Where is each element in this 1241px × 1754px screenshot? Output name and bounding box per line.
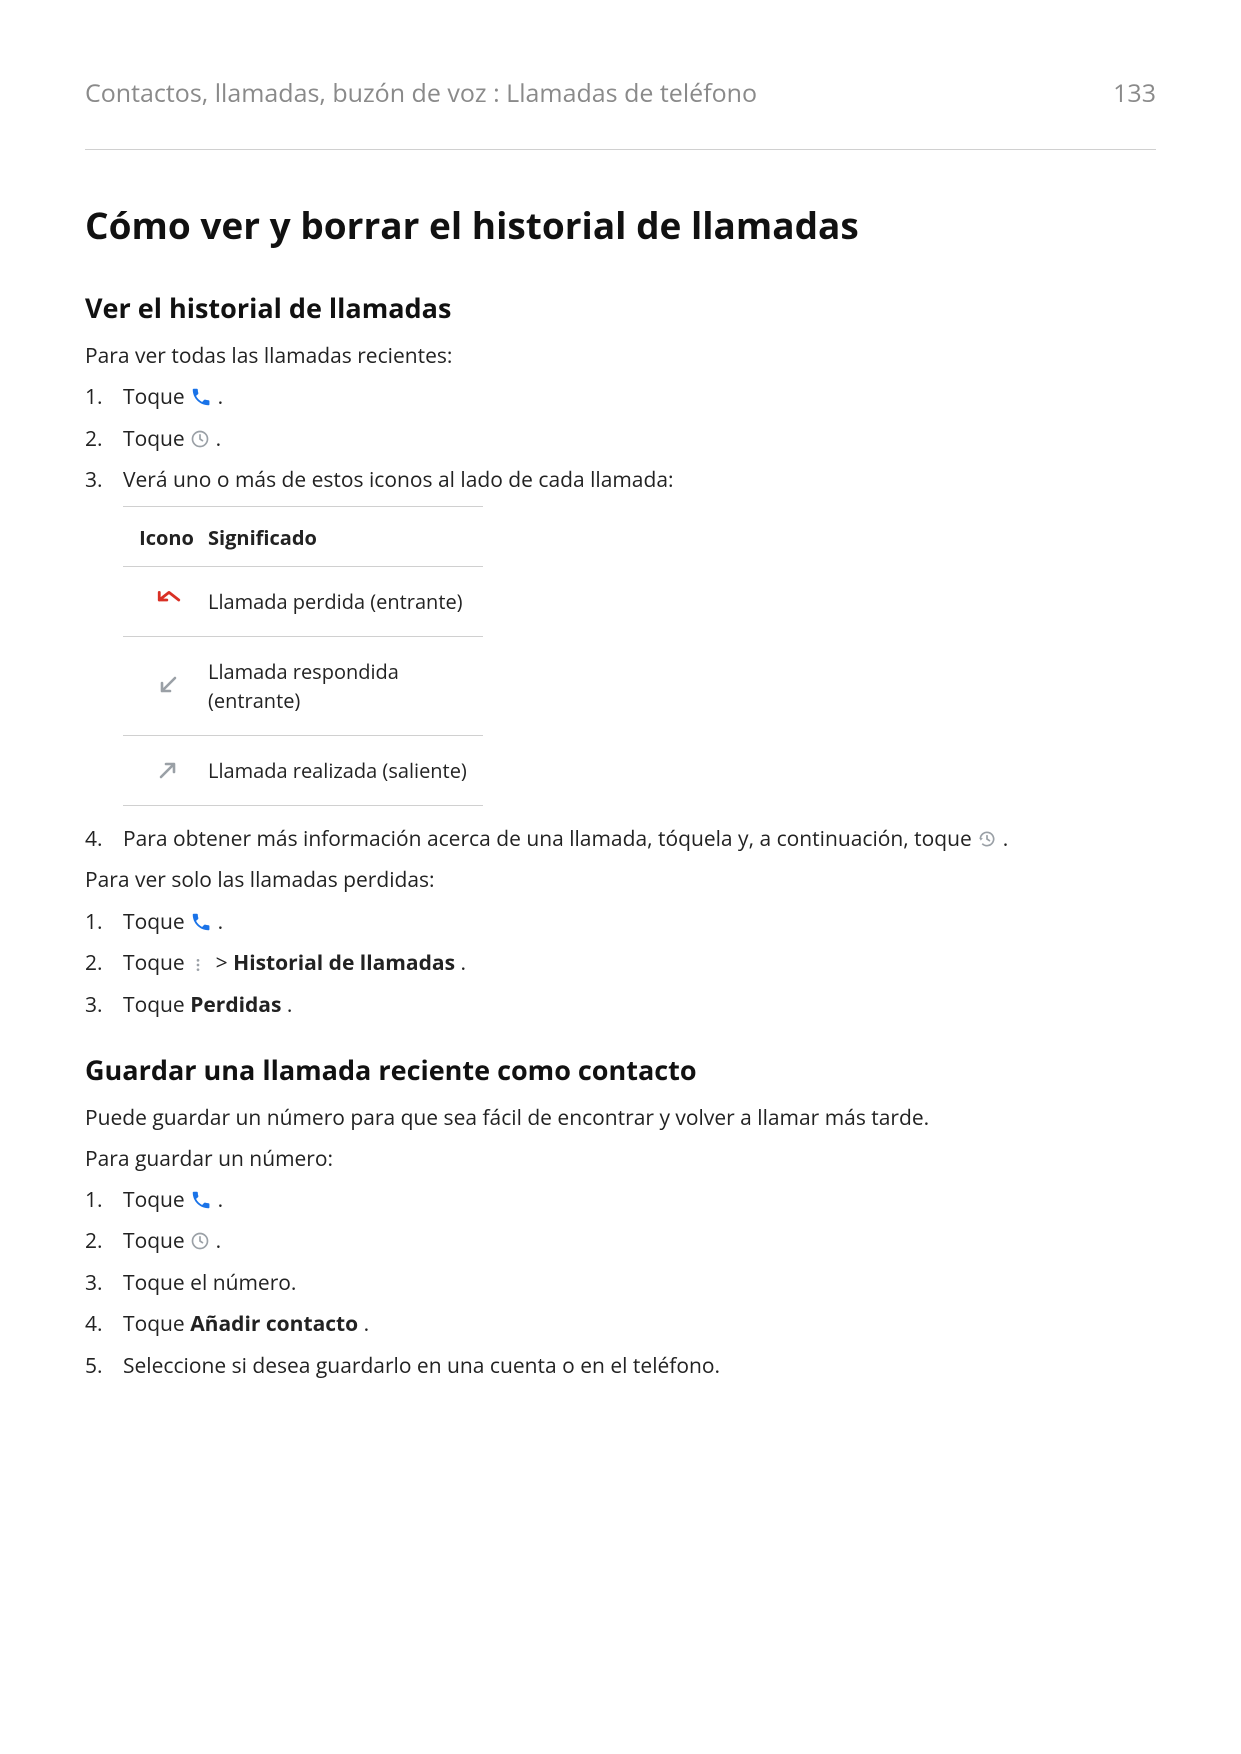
- page-title: Cómo ver y borrar el historial de llamad…: [85, 198, 1156, 252]
- more-vert-icon: [190, 951, 210, 971]
- step-1: Toque .: [85, 1185, 1156, 1215]
- step-text-suffix: .: [461, 949, 467, 977]
- history-icon: [977, 827, 997, 847]
- step-2: Toque .: [85, 424, 1156, 454]
- cell-meaning: Llamada respondida (entrante): [208, 636, 483, 735]
- step-5: Seleccione si desea guardarlo en una cue…: [85, 1351, 1156, 1381]
- step-text: Toque: [123, 1186, 190, 1214]
- step-text: Toque: [123, 991, 190, 1019]
- step-text: Toque: [123, 425, 190, 453]
- step-text: Toque: [123, 383, 190, 411]
- clock-icon: [190, 427, 210, 447]
- steps-view-all: Toque . Toque . Verá uno o más de estos …: [85, 382, 1156, 854]
- step-1: Toque .: [85, 907, 1156, 937]
- page-number: 133: [1113, 75, 1156, 111]
- steps-view-missed: Toque . Toque > Historial de llamadas . …: [85, 907, 1156, 1020]
- table-row: Llamada realizada (saliente): [123, 735, 483, 805]
- step-text: Toque: [123, 949, 190, 977]
- missed-call-icon: [156, 587, 178, 609]
- cell-icon: [123, 636, 208, 735]
- intro-all-calls: Para ver todas las llamadas recientes:: [85, 341, 1156, 371]
- step-text: Toque: [123, 908, 190, 936]
- table-row: Llamada perdida (entrante): [123, 566, 483, 636]
- step-text-suffix: .: [218, 908, 224, 936]
- col-header-meaning: Significado: [208, 506, 483, 566]
- step-3: Toque Perdidas .: [85, 990, 1156, 1020]
- step-text-suffix: .: [218, 383, 224, 411]
- menu-item-call-history: Historial de llamadas: [233, 949, 455, 977]
- breadcrumb: Contactos, llamadas, buzón de voz : Llam…: [85, 75, 757, 111]
- step-text-mid: >: [216, 949, 233, 977]
- step-3: Toque el número.: [85, 1268, 1156, 1298]
- cell-meaning: Llamada perdida (entrante): [208, 566, 483, 636]
- step-2: Toque > Historial de llamadas .: [85, 948, 1156, 978]
- step-4: Para obtener más información acerca de u…: [85, 824, 1156, 854]
- step-text: Toque el número.: [123, 1269, 296, 1297]
- step-text: Seleccione si desea guardarlo en una cue…: [123, 1352, 720, 1380]
- outgoing-call-icon: [156, 758, 178, 780]
- step-2: Toque .: [85, 1226, 1156, 1256]
- step-3: Verá uno o más de estos iconos al lado d…: [85, 465, 1156, 805]
- step-4: Toque Añadir contacto .: [85, 1309, 1156, 1339]
- col-header-icon: Icono: [123, 506, 208, 566]
- section-heading-save: Guardar una llamada reciente como contac…: [85, 1050, 1156, 1089]
- cell-icon: [123, 735, 208, 805]
- step-text-suffix: .: [287, 991, 293, 1019]
- intro-missed-calls: Para ver solo las llamadas perdidas:: [85, 865, 1156, 895]
- page-header: Contactos, llamadas, buzón de voz : Llam…: [85, 75, 1156, 111]
- step-text: Verá uno o más de estos iconos al lado d…: [123, 466, 674, 494]
- icon-meaning-table: Icono Significado Llamada perdida (entra…: [123, 506, 483, 806]
- phone-icon: [190, 911, 212, 933]
- table-row: Llamada respondida (entrante): [123, 636, 483, 735]
- save-intro-2: Para guardar un número:: [85, 1144, 1156, 1174]
- clock-icon: [190, 1229, 210, 1249]
- step-text: Toque: [123, 1227, 190, 1255]
- step-text: Para obtener más información acerca de u…: [123, 825, 977, 853]
- header-divider: [85, 149, 1156, 150]
- step-1: Toque .: [85, 382, 1156, 412]
- cell-icon: [123, 566, 208, 636]
- step-text-suffix: .: [218, 1186, 224, 1214]
- section-heading-view: Ver el historial de llamadas: [85, 288, 1156, 327]
- step-text-suffix: .: [216, 1227, 222, 1255]
- incoming-call-icon: [156, 673, 178, 695]
- step-text: Toque: [123, 1310, 190, 1338]
- steps-save-contact: Toque . Toque . Toque el número. Toque A…: [85, 1185, 1156, 1381]
- phone-icon: [190, 386, 212, 408]
- cell-meaning: Llamada realizada (saliente): [208, 735, 483, 805]
- phone-icon: [190, 1189, 212, 1211]
- step-text-suffix: .: [1003, 825, 1009, 853]
- save-intro-1: Puede guardar un número para que sea fác…: [85, 1103, 1156, 1133]
- table-header-row: Icono Significado: [123, 506, 483, 566]
- button-add-contact: Añadir contacto: [190, 1310, 358, 1338]
- tab-missed: Perdidas: [190, 991, 281, 1019]
- step-text-suffix: .: [216, 425, 222, 453]
- step-text-suffix: .: [364, 1310, 370, 1338]
